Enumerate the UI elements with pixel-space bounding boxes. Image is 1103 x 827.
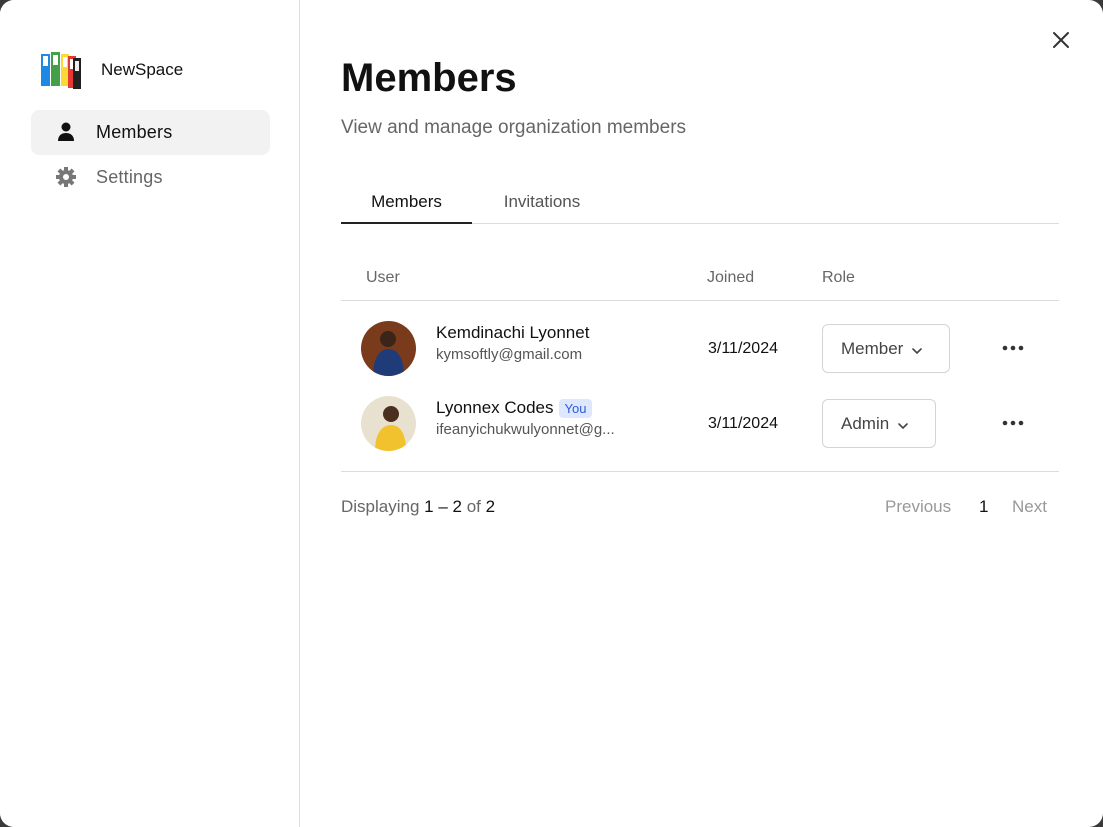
sidebar-item-label: Settings (96, 167, 163, 187)
pagination-summary: Displaying 1 – 2 of 2 (341, 497, 495, 517)
user-name: Kemdinachi Lyonnet (436, 323, 589, 343)
column-header-role: Role (822, 269, 855, 286)
tab-invitations[interactable]: Invitations (472, 183, 612, 224)
role-value: Admin (841, 414, 890, 433)
ellipsis-icon (1001, 418, 1025, 435)
user-name: Lyonnex Codes You (436, 398, 593, 418)
table-row: Kemdinachi Lyonnet kymsoftly@gmail.com 3… (341, 314, 1059, 384)
page-subtitle: View and manage organization members (341, 117, 687, 138)
more-actions-button[interactable] (1001, 415, 1025, 431)
joined-date: 3/11/2024 (708, 415, 778, 432)
app-name: NewSpace (101, 60, 184, 79)
user-name-text: Lyonnex Codes (436, 398, 554, 417)
table-row: Lyonnex Codes You ifeanyichukwulyonnet@g… (341, 389, 1059, 459)
previous-page-button[interactable]: Previous (885, 497, 951, 517)
avatar (361, 321, 416, 376)
user-name-text: Kemdinachi Lyonnet (436, 323, 590, 342)
binders-logo-icon (40, 50, 82, 90)
tab-bar: Members Invitations (341, 183, 1059, 224)
sidebar-item-label: Members (96, 122, 173, 142)
ellipsis-icon (1001, 343, 1025, 360)
person-icon (55, 121, 77, 143)
range-value: 1 – 2 (424, 497, 462, 516)
chevron-down-icon (911, 340, 923, 360)
gear-icon (55, 166, 77, 188)
user-email: ifeanyichukwulyonnet@g... (436, 421, 615, 438)
members-modal: NewSpace Members Settings Members View a… (0, 0, 1103, 827)
of-label: of (466, 497, 481, 516)
column-header-joined: Joined (707, 269, 755, 286)
joined-date: 3/11/2024 (708, 340, 778, 357)
sidebar-item-members[interactable]: Members (31, 110, 270, 155)
table-divider (341, 471, 1059, 472)
page-number-button[interactable]: 1 (979, 497, 988, 517)
sidebar-item-settings[interactable]: Settings (31, 155, 270, 200)
total-value: 2 (485, 497, 496, 516)
you-badge: You (558, 398, 593, 418)
role-select[interactable]: Member (822, 324, 950, 373)
close-button[interactable] (1049, 28, 1073, 52)
table-header: User Joined Role (341, 256, 1059, 301)
column-header-user: User (366, 269, 400, 286)
role-select[interactable]: Admin (822, 399, 936, 448)
role-value: Member (841, 339, 904, 358)
next-page-button[interactable]: Next (1012, 497, 1047, 517)
close-icon (1049, 32, 1073, 56)
avatar (361, 396, 416, 451)
brand: NewSpace (40, 50, 183, 90)
tab-members[interactable]: Members (341, 183, 472, 224)
page-title: Members (341, 56, 517, 100)
sidebar: NewSpace Members Settings (0, 0, 300, 827)
displaying-label: Displaying (341, 497, 420, 516)
more-actions-button[interactable] (1001, 340, 1025, 356)
chevron-down-icon (897, 415, 909, 435)
user-email: kymsoftly@gmail.com (436, 346, 583, 363)
